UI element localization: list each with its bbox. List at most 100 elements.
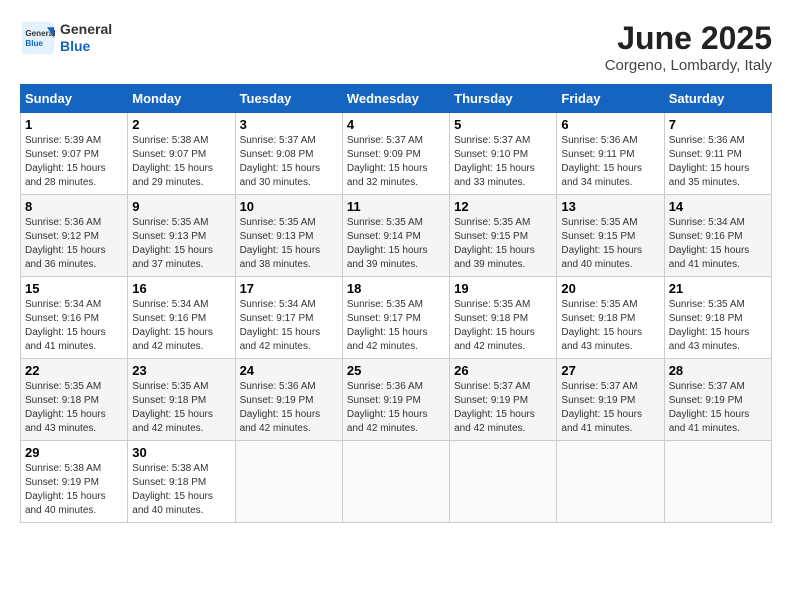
daylight-text: Daylight: 15 hours and 39 minutes. [347, 244, 445, 272]
calendar-cell: 18 Sunrise: 5:35 AM Sunset: 9:17 PM Dayl… [342, 277, 449, 359]
sunrise-text: Sunrise: 5:38 AM [132, 462, 230, 476]
calendar-cell [557, 441, 664, 523]
sunset-text: Sunset: 9:19 PM [454, 394, 552, 408]
month-year-title: June 2025 [605, 20, 772, 57]
calendar-cell: 10 Sunrise: 5:35 AM Sunset: 9:13 PM Dayl… [235, 195, 342, 277]
day-number: 17 [240, 281, 338, 296]
day-info: Sunrise: 5:34 AM Sunset: 9:17 PM Dayligh… [240, 298, 338, 354]
day-info: Sunrise: 5:34 AM Sunset: 9:16 PM Dayligh… [669, 216, 767, 272]
sunset-text: Sunset: 9:09 PM [347, 148, 445, 162]
sunset-text: Sunset: 9:19 PM [561, 394, 659, 408]
day-number: 6 [561, 117, 659, 132]
calendar-cell: 15 Sunrise: 5:34 AM Sunset: 9:16 PM Dayl… [21, 277, 128, 359]
sunset-text: Sunset: 9:14 PM [347, 230, 445, 244]
day-info: Sunrise: 5:37 AM Sunset: 9:10 PM Dayligh… [454, 134, 552, 190]
sunset-text: Sunset: 9:12 PM [25, 230, 123, 244]
sunrise-text: Sunrise: 5:35 AM [25, 380, 123, 394]
calendar-header-friday: Friday [557, 85, 664, 113]
calendar-table: SundayMondayTuesdayWednesdayThursdayFrid… [20, 84, 772, 523]
sunrise-text: Sunrise: 5:34 AM [132, 298, 230, 312]
day-info: Sunrise: 5:37 AM Sunset: 9:19 PM Dayligh… [669, 380, 767, 436]
calendar-cell: 14 Sunrise: 5:34 AM Sunset: 9:16 PM Dayl… [664, 195, 771, 277]
daylight-text: Daylight: 15 hours and 42 minutes. [132, 408, 230, 436]
daylight-text: Daylight: 15 hours and 36 minutes. [25, 244, 123, 272]
sunrise-text: Sunrise: 5:34 AM [25, 298, 123, 312]
daylight-text: Daylight: 15 hours and 42 minutes. [454, 408, 552, 436]
sunset-text: Sunset: 9:18 PM [454, 312, 552, 326]
day-info: Sunrise: 5:36 AM Sunset: 9:11 PM Dayligh… [561, 134, 659, 190]
calendar-week-row: 22 Sunrise: 5:35 AM Sunset: 9:18 PM Dayl… [21, 359, 772, 441]
calendar-cell: 7 Sunrise: 5:36 AM Sunset: 9:11 PM Dayli… [664, 113, 771, 195]
sunrise-text: Sunrise: 5:36 AM [240, 380, 338, 394]
sunset-text: Sunset: 9:17 PM [347, 312, 445, 326]
day-number: 15 [25, 281, 123, 296]
day-number: 30 [132, 445, 230, 460]
calendar-cell: 2 Sunrise: 5:38 AM Sunset: 9:07 PM Dayli… [128, 113, 235, 195]
day-info: Sunrise: 5:36 AM Sunset: 9:11 PM Dayligh… [669, 134, 767, 190]
day-number: 9 [132, 199, 230, 214]
day-number: 28 [669, 363, 767, 378]
sunset-text: Sunset: 9:10 PM [454, 148, 552, 162]
sunset-text: Sunset: 9:18 PM [25, 394, 123, 408]
sunrise-text: Sunrise: 5:35 AM [132, 216, 230, 230]
calendar-cell: 1 Sunrise: 5:39 AM Sunset: 9:07 PM Dayli… [21, 113, 128, 195]
sunset-text: Sunset: 9:19 PM [240, 394, 338, 408]
calendar-cell: 13 Sunrise: 5:35 AM Sunset: 9:15 PM Dayl… [557, 195, 664, 277]
day-info: Sunrise: 5:39 AM Sunset: 9:07 PM Dayligh… [25, 134, 123, 190]
sunset-text: Sunset: 9:16 PM [25, 312, 123, 326]
daylight-text: Daylight: 15 hours and 42 minutes. [240, 326, 338, 354]
day-number: 1 [25, 117, 123, 132]
day-info: Sunrise: 5:35 AM Sunset: 9:13 PM Dayligh… [132, 216, 230, 272]
calendar-cell: 16 Sunrise: 5:34 AM Sunset: 9:16 PM Dayl… [128, 277, 235, 359]
sunset-text: Sunset: 9:18 PM [132, 394, 230, 408]
day-number: 23 [132, 363, 230, 378]
sunset-text: Sunset: 9:15 PM [454, 230, 552, 244]
calendar-cell [664, 441, 771, 523]
calendar-cell: 25 Sunrise: 5:36 AM Sunset: 9:19 PM Dayl… [342, 359, 449, 441]
calendar-cell: 12 Sunrise: 5:35 AM Sunset: 9:15 PM Dayl… [450, 195, 557, 277]
sunrise-text: Sunrise: 5:38 AM [25, 462, 123, 476]
daylight-text: Daylight: 15 hours and 41 minutes. [25, 326, 123, 354]
calendar-header-sunday: Sunday [21, 85, 128, 113]
calendar-cell: 29 Sunrise: 5:38 AM Sunset: 9:19 PM Dayl… [21, 441, 128, 523]
sunset-text: Sunset: 9:13 PM [132, 230, 230, 244]
day-info: Sunrise: 5:34 AM Sunset: 9:16 PM Dayligh… [132, 298, 230, 354]
daylight-text: Daylight: 15 hours and 33 minutes. [454, 162, 552, 190]
daylight-text: Daylight: 15 hours and 40 minutes. [132, 490, 230, 518]
sunrise-text: Sunrise: 5:34 AM [240, 298, 338, 312]
day-number: 18 [347, 281, 445, 296]
daylight-text: Daylight: 15 hours and 41 minutes. [669, 244, 767, 272]
daylight-text: Daylight: 15 hours and 29 minutes. [132, 162, 230, 190]
calendar-cell [342, 441, 449, 523]
sunset-text: Sunset: 9:11 PM [561, 148, 659, 162]
day-info: Sunrise: 5:34 AM Sunset: 9:16 PM Dayligh… [25, 298, 123, 354]
daylight-text: Daylight: 15 hours and 30 minutes. [240, 162, 338, 190]
sunrise-text: Sunrise: 5:36 AM [25, 216, 123, 230]
daylight-text: Daylight: 15 hours and 42 minutes. [347, 408, 445, 436]
daylight-text: Daylight: 15 hours and 38 minutes. [240, 244, 338, 272]
daylight-text: Daylight: 15 hours and 37 minutes. [132, 244, 230, 272]
daylight-text: Daylight: 15 hours and 41 minutes. [669, 408, 767, 436]
sunrise-text: Sunrise: 5:34 AM [669, 216, 767, 230]
day-number: 11 [347, 199, 445, 214]
sunrise-text: Sunrise: 5:37 AM [240, 134, 338, 148]
day-info: Sunrise: 5:37 AM Sunset: 9:09 PM Dayligh… [347, 134, 445, 190]
daylight-text: Daylight: 15 hours and 43 minutes. [25, 408, 123, 436]
day-number: 8 [25, 199, 123, 214]
day-number: 25 [347, 363, 445, 378]
sunset-text: Sunset: 9:11 PM [669, 148, 767, 162]
day-info: Sunrise: 5:38 AM Sunset: 9:19 PM Dayligh… [25, 462, 123, 518]
location-subtitle: Corgeno, Lombardy, Italy [605, 57, 772, 74]
sunset-text: Sunset: 9:13 PM [240, 230, 338, 244]
daylight-text: Daylight: 15 hours and 39 minutes. [454, 244, 552, 272]
calendar-cell: 20 Sunrise: 5:35 AM Sunset: 9:18 PM Dayl… [557, 277, 664, 359]
day-number: 3 [240, 117, 338, 132]
day-number: 12 [454, 199, 552, 214]
calendar-cell: 19 Sunrise: 5:35 AM Sunset: 9:18 PM Dayl… [450, 277, 557, 359]
sunrise-text: Sunrise: 5:37 AM [454, 134, 552, 148]
day-number: 20 [561, 281, 659, 296]
daylight-text: Daylight: 15 hours and 35 minutes. [669, 162, 767, 190]
day-number: 26 [454, 363, 552, 378]
sunrise-text: Sunrise: 5:35 AM [454, 216, 552, 230]
day-info: Sunrise: 5:35 AM Sunset: 9:18 PM Dayligh… [561, 298, 659, 354]
